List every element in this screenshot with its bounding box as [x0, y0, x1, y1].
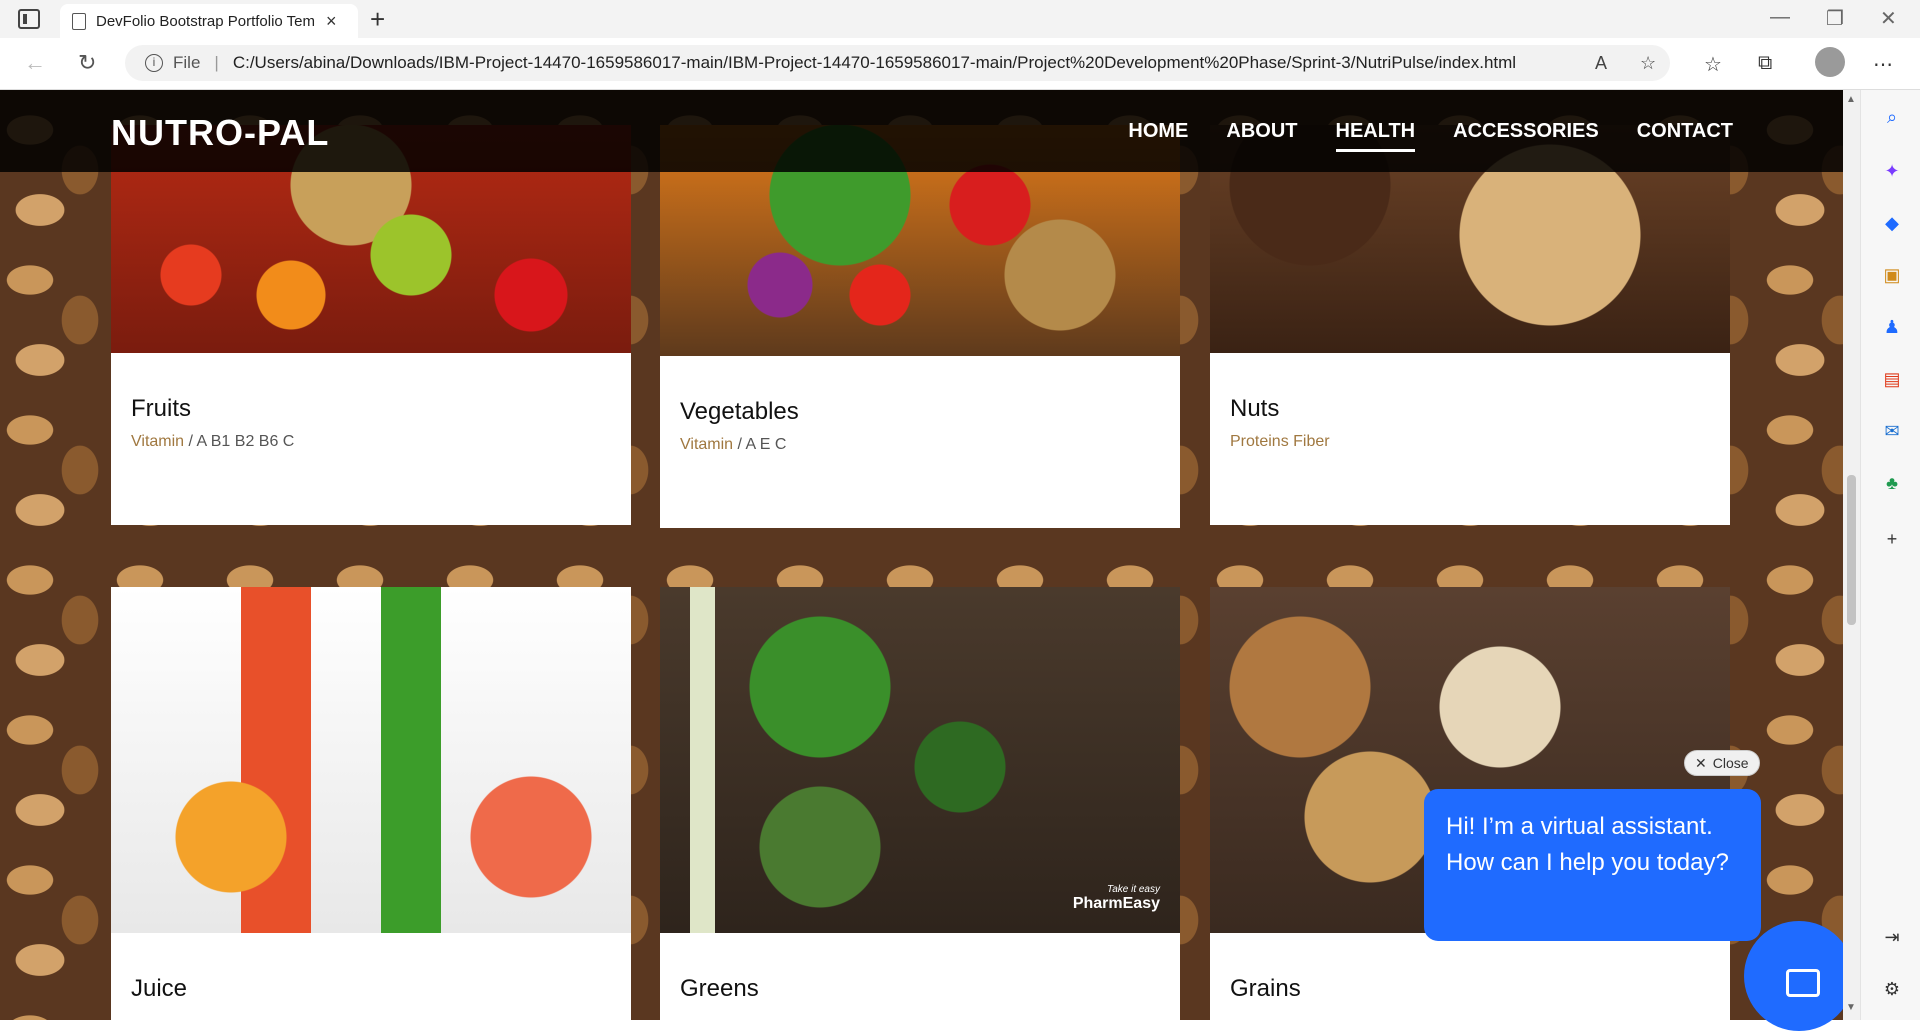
refresh-icon[interactable]: ↻ — [78, 50, 96, 76]
site-brand[interactable]: NUTRO-PAL — [111, 112, 329, 154]
games-icon[interactable]: ♟ — [1881, 316, 1903, 338]
profile-avatar[interactable] — [1815, 47, 1845, 77]
chat-close-button[interactable]: ✕ Close — [1684, 750, 1760, 776]
minimize-icon[interactable]: — — [1770, 6, 1790, 29]
card-meta: Proteins Fiber — [1230, 433, 1330, 451]
main-menu: HOME ABOUT HEALTH ACCESSORIES CONTACT — [1128, 120, 1733, 152]
card-title: Nuts — [1230, 395, 1280, 422]
menu-about[interactable]: ABOUT — [1226, 120, 1297, 143]
card-title: Grains — [1230, 975, 1301, 1002]
card-meta: Vitamin / A B1 B2 B6 C — [131, 433, 294, 451]
juice-image — [111, 587, 631, 933]
watermark-brand: PharmEasy — [1072, 895, 1160, 912]
shopping-icon[interactable]: ◆ — [1881, 212, 1903, 234]
scroll-down-icon[interactable]: ▼ — [1846, 1002, 1856, 1013]
card-title: Juice — [131, 975, 188, 1002]
page-icon — [72, 12, 86, 30]
greens-image: Take it easy PharmEasy — [660, 587, 1180, 933]
card-category[interactable]: Proteins Fiber — [1230, 433, 1330, 450]
card-greens[interactable]: Take it easy PharmEasy Greens — [660, 587, 1180, 1020]
scroll-up-icon[interactable]: ▲ — [1846, 94, 1856, 105]
site-navbar: NUTRO-PAL HOME ABOUT HEALTH ACCESSORIES … — [0, 90, 1843, 172]
scroll-thumb[interactable] — [1847, 475, 1856, 625]
menu-home[interactable]: HOME — [1128, 120, 1188, 143]
search-icon[interactable]: ⌕ — [1881, 106, 1903, 128]
tab-actions-icon[interactable] — [18, 9, 40, 29]
menu-health[interactable]: HEALTH — [1335, 120, 1415, 152]
card-nuts[interactable]: Nuts Proteins Fiber — [1210, 125, 1730, 525]
browser-tab[interactable]: DevFolio Bootstrap Portfolio Template × — [60, 4, 358, 38]
drop-icon[interactable]: ♣ — [1881, 472, 1903, 494]
file-label: File — [173, 53, 201, 72]
menu-contact[interactable]: CONTACT — [1637, 120, 1733, 143]
chat-greeting-bubble[interactable]: Hi! I’m a virtual assistant. How can I h… — [1424, 789, 1761, 941]
card-category[interactable]: Vitamin — [131, 433, 184, 450]
back-icon[interactable]: ← — [24, 50, 46, 76]
card-title: Fruits — [131, 395, 191, 422]
info-icon[interactable]: i — [145, 54, 163, 72]
card-title: Vegetables — [680, 398, 799, 425]
browser-sidebar: ⌕ ✦ ◆ ▣ ♟ ▤ ✉ ♣ + ⇥ ⚙ — [1860, 90, 1920, 1020]
outlook-icon[interactable]: ✉ — [1881, 420, 1903, 442]
card-title: Greens — [680, 975, 759, 1002]
hide-sidebar-icon[interactable]: ⇥ — [1881, 926, 1903, 948]
browser-tab-strip: DevFolio Bootstrap Portfolio Template × … — [0, 0, 1920, 38]
copilot-icon[interactable]: ✦ — [1881, 160, 1903, 182]
address-toolbar: ← ↻ i File | C:/Users/abina/Downloads/IB… — [0, 38, 1920, 90]
card-fruits[interactable]: Fruits Vitamin / A B1 B2 B6 C — [111, 125, 631, 525]
office-icon[interactable]: ▤ — [1881, 368, 1903, 390]
favorite-icon[interactable]: ☆ — [1640, 53, 1656, 74]
chat-icon — [1786, 969, 1820, 997]
page-scrollbar[interactable]: ▲ ▼ — [1843, 90, 1860, 1020]
chat-launcher-button[interactable] — [1744, 921, 1854, 1031]
watermark-tagline: Take it easy — [1107, 884, 1160, 895]
tab-title: DevFolio Bootstrap Portfolio Template — [96, 12, 316, 30]
card-vegetables[interactable]: Vegetables Vitamin / A E C — [660, 125, 1180, 528]
pharmeasy-watermark: Take it easy PharmEasy — [1073, 884, 1160, 913]
collections-icon[interactable]: ⧉ — [1758, 52, 1772, 75]
card-juice[interactable]: Juice — [111, 587, 631, 1020]
card-meta: Vitamin / A E C — [680, 436, 786, 454]
card-category[interactable]: Vitamin — [680, 436, 733, 453]
menu-accessories[interactable]: ACCESSORIES — [1453, 120, 1599, 143]
address-bar[interactable]: i File | C:/Users/abina/Downloads/IBM-Pr… — [125, 45, 1670, 81]
chat-close-label: Close — [1712, 755, 1749, 771]
card-detail: / A E C — [733, 436, 787, 453]
close-tab-icon[interactable]: × — [326, 11, 337, 32]
close-window-icon[interactable]: ✕ — [1880, 6, 1897, 31]
url-text[interactable]: C:/Users/abina/Downloads/IBM-Project-144… — [233, 53, 1516, 73]
more-icon[interactable]: ⋯ — [1873, 52, 1893, 77]
maximize-icon[interactable]: ❐ — [1826, 6, 1844, 31]
favorites-icon[interactable]: ☆ — [1704, 52, 1722, 77]
close-icon: ✕ — [1695, 754, 1707, 771]
settings-icon[interactable]: ⚙ — [1881, 978, 1903, 1000]
add-icon[interactable]: + — [1881, 528, 1903, 550]
card-detail: / A B1 B2 B6 C — [184, 433, 295, 450]
tools-icon[interactable]: ▣ — [1881, 264, 1903, 286]
new-tab-button[interactable]: + — [370, 4, 385, 34]
address-separator: | — [214, 53, 219, 72]
read-aloud-icon[interactable]: A — [1595, 53, 1607, 74]
